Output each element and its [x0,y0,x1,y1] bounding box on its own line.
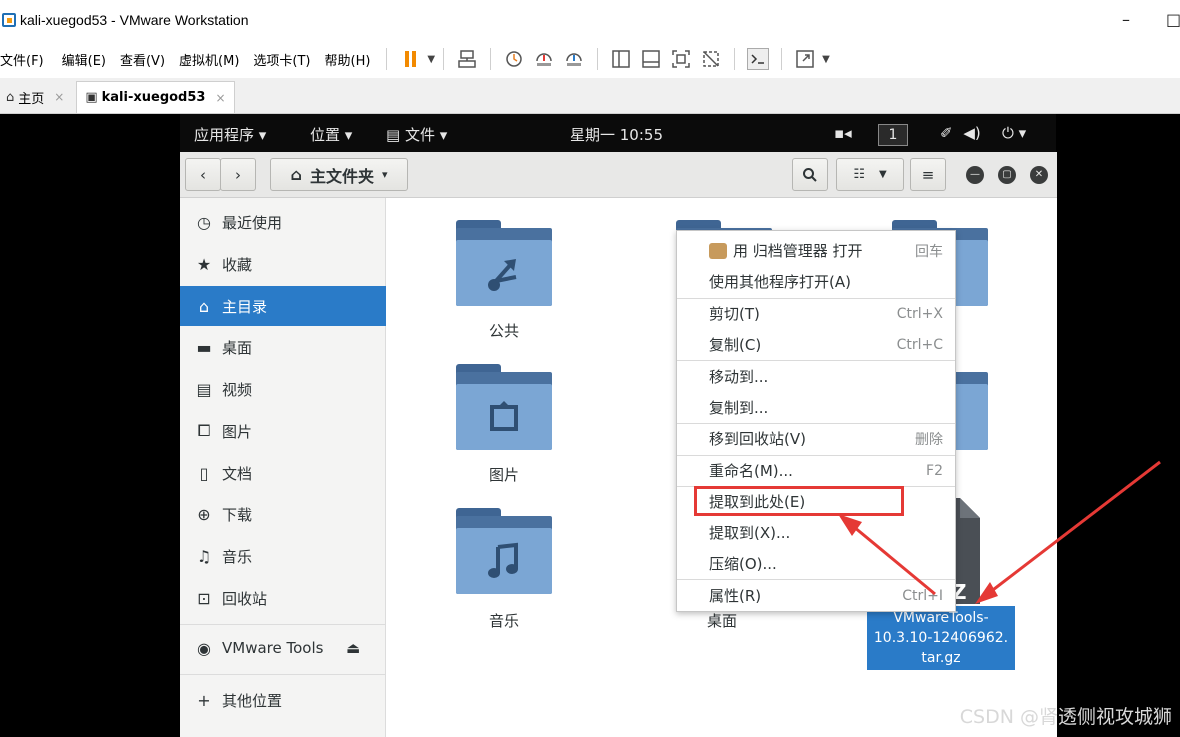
annotation-arrow [984,460,1161,598]
annotation-arrowhead [838,514,862,536]
annotation-arrow [847,520,936,596]
watermark: CSDN @肾透侧视攻城狮 [959,706,1172,728]
annotation-arrows [838,460,1161,604]
annotation-arrowhead [975,582,998,604]
